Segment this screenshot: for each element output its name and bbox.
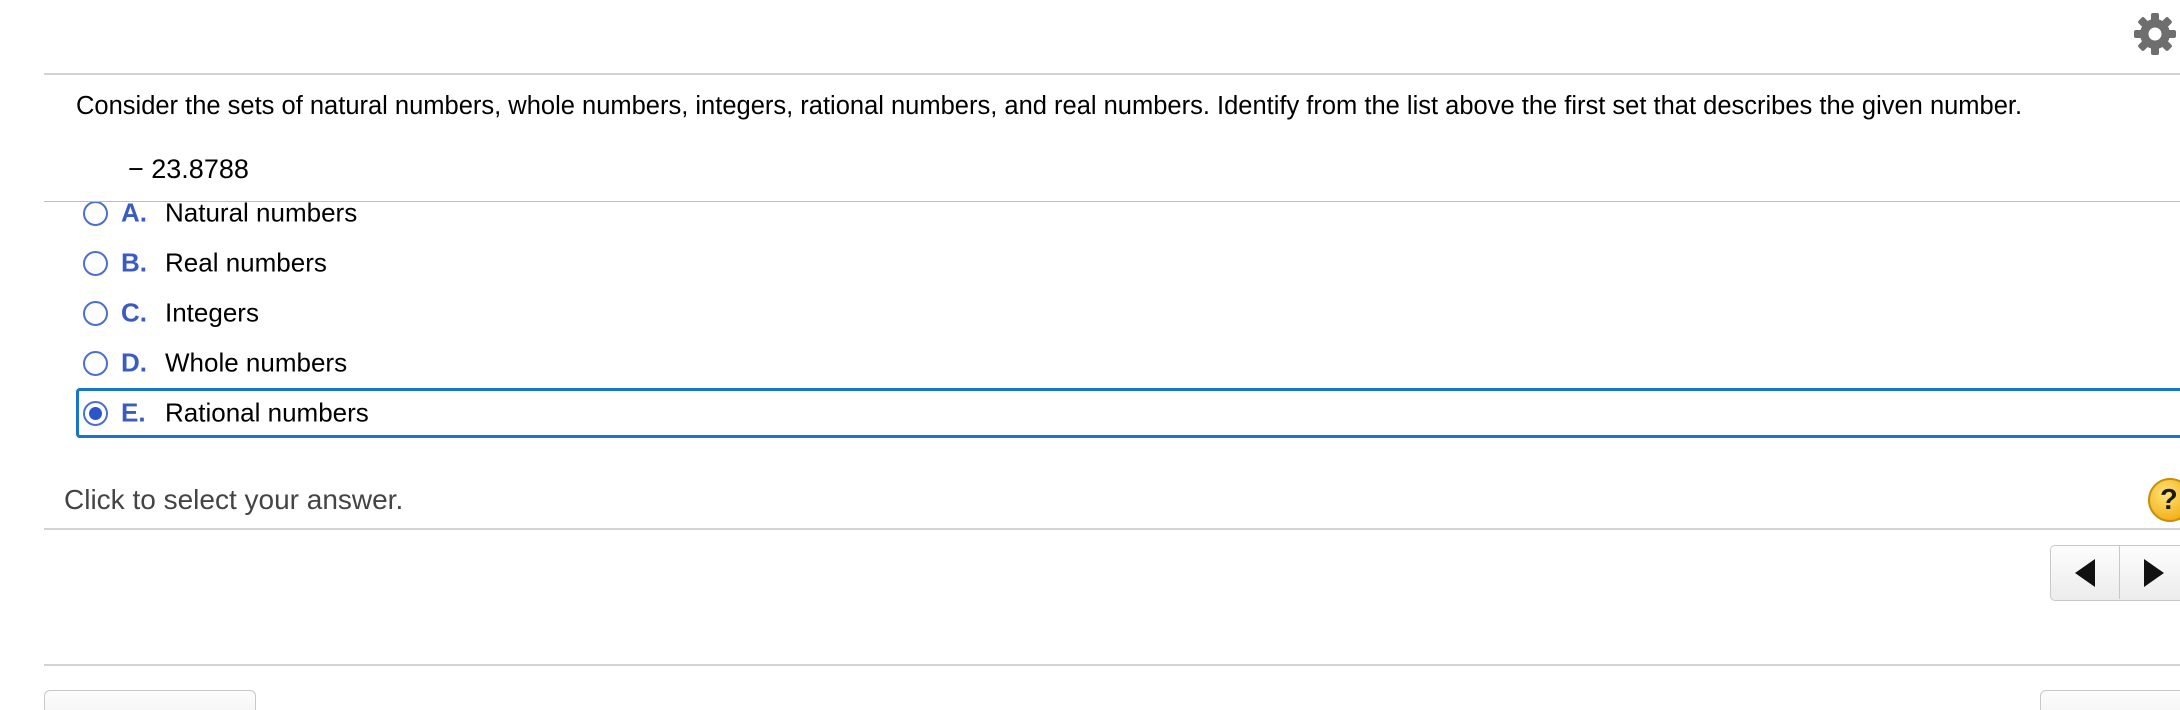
question-navigation	[2050, 545, 2180, 601]
choice-e[interactable]: E. Rational numbers	[76, 388, 2180, 438]
triangle-left-icon	[2075, 559, 2095, 587]
previous-button[interactable]	[2051, 546, 2120, 599]
top-divider	[44, 73, 2180, 75]
choice-letter: C.	[121, 297, 147, 328]
choice-label: Integers	[165, 297, 259, 328]
choice-b[interactable]: B. Real numbers	[76, 238, 2180, 288]
answer-choices[interactable]: A. Natural numbers B. Real numbers C. In…	[44, 201, 2180, 447]
question-prompt: Consider the sets of natural numbers, wh…	[76, 92, 2023, 120]
radio-button[interactable]	[83, 202, 108, 226]
help-label: ?	[2160, 484, 2178, 516]
choice-letter: E.	[121, 397, 146, 428]
radio-button[interactable]	[83, 350, 108, 376]
choice-label: Whole numbers	[165, 347, 348, 378]
choice-letter: B.	[121, 247, 147, 278]
choice-label: Real numbers	[165, 247, 327, 278]
choice-d[interactable]: D. Whole numbers	[76, 338, 2180, 388]
help-icon[interactable]: ?	[2148, 478, 2180, 522]
bottom-divider	[44, 664, 2180, 666]
gear-icon[interactable]	[2133, 12, 2177, 56]
radio-dot-icon	[89, 406, 102, 420]
radio-button[interactable]	[83, 250, 108, 276]
choice-label: Natural numbers	[165, 201, 358, 228]
choice-label: Rational numbers	[165, 397, 369, 428]
bottom-right-button[interactable]	[2040, 690, 2180, 710]
triangle-right-icon	[2144, 559, 2164, 587]
question-page: Consider the sets of natural numbers, wh…	[0, 0, 2180, 710]
radio-button-selected[interactable]	[83, 400, 108, 426]
next-button[interactable]	[2120, 546, 2180, 599]
given-number: − 23.8788	[128, 154, 249, 184]
status-divider	[44, 528, 2180, 530]
choice-letter: D.	[121, 347, 147, 378]
bottom-left-button[interactable]	[44, 690, 256, 710]
radio-button[interactable]	[83, 300, 108, 326]
status-message: Click to select your answer.	[64, 484, 404, 515]
choice-letter: A.	[121, 201, 147, 228]
choice-a[interactable]: A. Natural numbers	[76, 201, 2180, 238]
choice-c[interactable]: C. Integers	[76, 288, 2180, 338]
